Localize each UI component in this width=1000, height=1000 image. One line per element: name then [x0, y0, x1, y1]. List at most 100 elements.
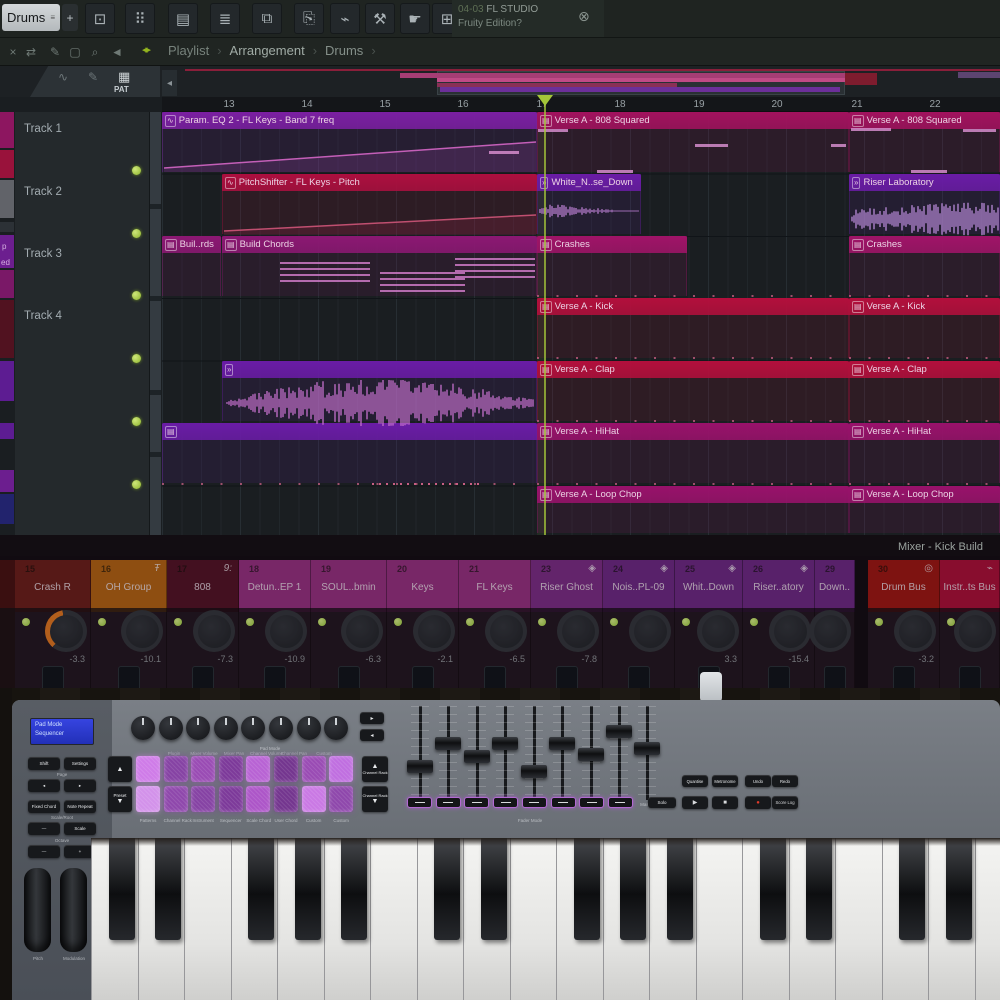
pad-r1-3[interactable] [191, 756, 216, 782]
left-button--[interactable]: — [28, 845, 60, 858]
rotary-knob-4[interactable] [213, 716, 238, 740]
playlist-button[interactable]: ▤ [168, 3, 198, 34]
black-key[interactable] [294, 838, 321, 940]
pattern-clips-icon[interactable]: ▦ [118, 69, 130, 85]
mixer-strip-riser-atory[interactable]: 26 ◈ Riser..atory -15.4 [743, 560, 815, 700]
fader-cap-5[interactable] [521, 765, 547, 778]
pad-r1-5[interactable] [246, 756, 271, 782]
track-name-1[interactable]: Track 1 [24, 123, 62, 135]
strip-pan-knob[interactable] [265, 610, 307, 652]
strip-led[interactable] [875, 618, 883, 626]
automation-clips-icon[interactable]: ✎ [88, 70, 98, 84]
pan-icon[interactable]: ⇄ [22, 43, 40, 61]
strip-pan-knob[interactable] [769, 610, 811, 652]
black-key[interactable] [666, 838, 693, 940]
clip-white-n-se-down[interactable]: »White_N..se_Down [537, 174, 641, 191]
clip-verse-a-clap[interactable]: ▤Verse A - Clap [537, 361, 849, 378]
fader-cap-9[interactable] [634, 742, 660, 755]
strip-led[interactable] [174, 618, 182, 626]
mixer-strip-808[interactable]: 17 9: 808 -7.3 [167, 560, 239, 700]
white-key[interactable] [509, 838, 556, 1000]
preset-down-button[interactable]: Preset ▼ [108, 786, 132, 812]
mod-wheel[interactable] [60, 868, 87, 952]
plugin-button[interactable]: ⌁ [330, 3, 360, 34]
strip-pan-knob[interactable] [193, 610, 235, 652]
left-button-fixed-chord[interactable]: Fixed Chord [28, 800, 60, 813]
mixer-strip-oh-group[interactable]: 16 Ŧ OH Group -10.1 [91, 560, 167, 700]
rotary-knob-7[interactable] [296, 716, 321, 740]
record-button[interactable]: ● [745, 796, 771, 809]
breadcrumb-item-arrangement[interactable]: Arrangement [230, 43, 305, 58]
playhead-marker[interactable] [537, 95, 553, 106]
fader-mode-button-6[interactable] [550, 797, 576, 808]
pad-r1-2[interactable] [163, 756, 188, 782]
strip-pan-knob[interactable] [954, 610, 996, 652]
strip-led[interactable] [22, 618, 30, 626]
fader-mode-button-8[interactable] [607, 797, 633, 808]
black-key[interactable] [573, 838, 600, 940]
strip-led[interactable] [318, 618, 326, 626]
timeline-ruler[interactable] [162, 97, 1000, 112]
strip-pan-knob[interactable] [45, 610, 87, 652]
strip-led[interactable] [538, 618, 546, 626]
pad-r1-6[interactable] [274, 756, 298, 782]
black-key[interactable] [434, 838, 460, 940]
track-scrollbar[interactable] [150, 112, 161, 540]
clip-unnamed[interactable]: » [222, 361, 537, 378]
clip-verse-a-kick[interactable]: ▤Verse A - Kick [849, 298, 1000, 315]
strip-led[interactable] [98, 618, 106, 626]
copy-button[interactable]: ⎘ [294, 3, 324, 34]
breadcrumb-item-playlist[interactable]: Playlist [168, 43, 209, 58]
channel-rack-down-button[interactable]: Channel Rack ▼ [362, 786, 388, 812]
white-key[interactable] [695, 838, 742, 1000]
mixer-strip-keys[interactable]: 20 Keys -2.1 [387, 560, 459, 700]
transport-quantise-button[interactable]: Quantise [682, 775, 708, 787]
pad-r2-5[interactable] [246, 786, 271, 812]
track-name-3[interactable]: Track 3 [24, 248, 62, 260]
pad-r2-4[interactable] [218, 786, 243, 812]
add-pattern-button[interactable]: + [62, 4, 78, 31]
black-key[interactable] [899, 838, 925, 940]
clip-pitchshifter-fl-keys-pitch[interactable]: ∿ PitchShifter - FL Keys - Pitch [222, 174, 537, 191]
white-key[interactable] [184, 838, 231, 1000]
transport-metronome-button[interactable]: Metronome [712, 775, 738, 787]
move-button-left[interactable]: ◂ [360, 729, 384, 741]
left-button--[interactable]: ◂ [28, 779, 60, 792]
left-button-scale[interactable]: Scale [64, 822, 96, 835]
black-key[interactable] [759, 838, 786, 940]
fader-cap-4[interactable] [492, 737, 518, 750]
collapse-arrow-button[interactable]: ◂ [162, 70, 177, 96]
stop-button[interactable]: ■ [712, 796, 738, 809]
channel-rack-up-button[interactable]: ▲ Channel Rack [362, 756, 388, 782]
left-button-settings[interactable]: Settings [64, 757, 96, 770]
strip-led[interactable] [610, 618, 618, 626]
mixer-strip-riser-ghost[interactable]: 23 ◈ Riser Ghost -7.8 [531, 560, 603, 700]
strip-pan-knob[interactable] [809, 610, 851, 652]
strip-pan-knob[interactable] [697, 610, 739, 652]
white-key[interactable] [835, 838, 882, 1000]
white-key[interactable] [370, 838, 417, 1000]
breadcrumb-item-drums[interactable]: Drums [325, 43, 363, 58]
rotary-knob-2[interactable] [158, 716, 183, 740]
fader-mode-button-4[interactable] [493, 797, 519, 808]
pad-r1-4[interactable] [218, 756, 243, 782]
strip-led[interactable] [394, 618, 402, 626]
clip-verse-a-kick[interactable]: ▤Verse A - Kick [537, 298, 849, 315]
clip-verse-a-808-squared[interactable]: ▤Verse A - 808 Squared [537, 112, 849, 129]
black-key[interactable] [806, 838, 832, 940]
rotary-knob-6[interactable] [269, 716, 293, 740]
strip-pan-knob[interactable] [341, 610, 383, 652]
track-mute-led[interactable] [132, 229, 141, 238]
fader-mode-button-3[interactable] [464, 797, 490, 808]
patcher-button[interactable]: ⧉ [252, 3, 282, 34]
black-key[interactable] [480, 838, 507, 940]
step-sequencer-button[interactable]: ⠿ [125, 3, 155, 34]
touch-button[interactable]: ☛ [400, 3, 430, 34]
close-icon[interactable]: × [4, 43, 22, 61]
strip-led[interactable] [246, 618, 254, 626]
rotary-knob-8[interactable] [324, 716, 349, 740]
preview-icon[interactable]: ◄ [108, 43, 126, 61]
clip-verse-a-loop-chop[interactable]: ▤Verse A - Loop Chop [537, 486, 849, 503]
mixer-button[interactable]: ≣ [210, 3, 240, 34]
clip-verse-a-loop-chop[interactable]: ▤Verse A - Loop Chop [849, 486, 1000, 503]
